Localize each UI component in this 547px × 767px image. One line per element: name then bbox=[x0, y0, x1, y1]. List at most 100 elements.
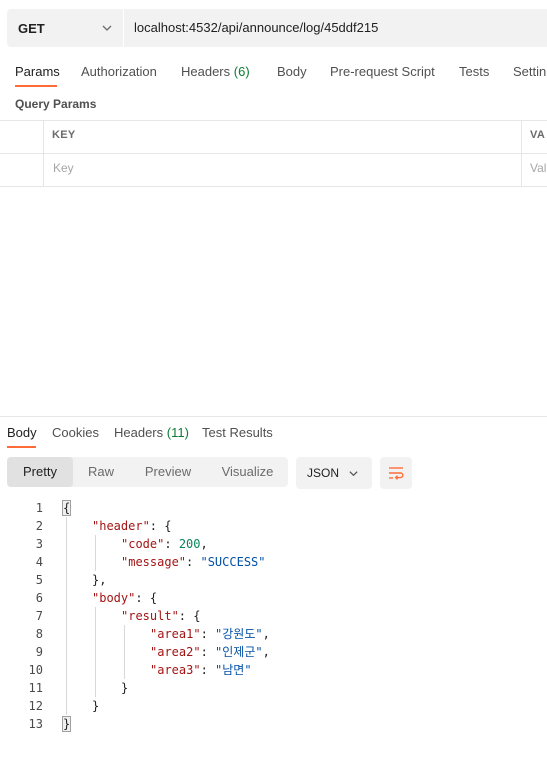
code-line: 1 { bbox=[0, 499, 547, 517]
code-line: 3 "code": 200, bbox=[0, 535, 547, 553]
tab-authorization[interactable]: Authorization bbox=[81, 64, 157, 82]
line-number: 13 bbox=[28, 717, 43, 731]
line-number: 10 bbox=[28, 663, 43, 677]
line-number: 7 bbox=[35, 609, 43, 623]
json-string: "남면" bbox=[215, 663, 252, 677]
line-number: 1 bbox=[35, 501, 43, 515]
tab-label: Headers bbox=[181, 64, 231, 79]
line-number: 8 bbox=[35, 627, 43, 641]
json-string: "SUCCESS" bbox=[200, 555, 266, 569]
view-visualize-button[interactable]: Visualize bbox=[207, 457, 288, 487]
view-raw-button[interactable]: Raw bbox=[73, 457, 129, 487]
table-column-divider bbox=[521, 120, 522, 186]
open-brace: { bbox=[61, 500, 72, 516]
close-brace: } bbox=[92, 699, 100, 713]
line-number: 11 bbox=[28, 681, 43, 695]
code-line: 10 "area3": "남면" bbox=[0, 661, 547, 679]
json-key: "area1" bbox=[150, 627, 201, 641]
format-select[interactable]: JSON bbox=[296, 457, 372, 489]
wrap-lines-button[interactable] bbox=[380, 457, 412, 489]
value-input[interactable]: Val bbox=[530, 161, 546, 175]
table-border bbox=[0, 153, 547, 154]
tab-label: Tests bbox=[459, 64, 490, 79]
tab-label: Authorization bbox=[81, 64, 157, 79]
tab-settings[interactable]: Settin bbox=[513, 64, 546, 82]
query-params-title: Query Params bbox=[15, 97, 97, 111]
active-tab-indicator bbox=[15, 85, 57, 87]
table-column-divider bbox=[43, 120, 44, 186]
method-select[interactable]: GET bbox=[7, 9, 123, 47]
format-label: JSON bbox=[307, 466, 340, 480]
headers-count: (11) bbox=[166, 425, 189, 440]
tab-label: Cookies bbox=[52, 425, 99, 440]
line-number: 2 bbox=[35, 519, 43, 533]
code-line: 8 "area1": "강원도", bbox=[0, 625, 547, 643]
json-key: "code" bbox=[121, 537, 165, 551]
wrap-lines-icon bbox=[389, 467, 404, 480]
json-number: 200 bbox=[178, 537, 201, 551]
tab-label: Pre-request Script bbox=[330, 64, 435, 79]
view-preview-button[interactable]: Preview bbox=[129, 457, 207, 487]
json-string: "강원도" bbox=[215, 627, 263, 641]
code-line: 13 } bbox=[0, 715, 547, 733]
tab-label: Body bbox=[7, 425, 37, 440]
view-mode-toggle: Pretty Raw Preview Visualize bbox=[7, 457, 288, 487]
tab-label: Params bbox=[15, 64, 60, 79]
table-border bbox=[0, 186, 547, 187]
line-number: 9 bbox=[35, 645, 43, 659]
response-tab-test-results[interactable]: Test Results bbox=[202, 425, 273, 440]
json-key: "area3" bbox=[150, 663, 201, 677]
code-line: 5 }, bbox=[0, 571, 547, 589]
line-number: 5 bbox=[35, 573, 43, 587]
response-divider bbox=[0, 416, 547, 417]
method-label: GET bbox=[18, 20, 45, 36]
tab-params[interactable]: Params bbox=[15, 64, 60, 82]
line-number: 12 bbox=[28, 699, 43, 713]
close-brace: } bbox=[92, 573, 100, 587]
table-border bbox=[0, 120, 547, 121]
close-brace: } bbox=[61, 716, 72, 732]
tab-label: Test Results bbox=[202, 425, 273, 440]
headers-count: (6) bbox=[233, 64, 250, 79]
open-brace: { bbox=[164, 519, 172, 533]
divider bbox=[123, 9, 124, 47]
response-tab-body[interactable]: Body bbox=[7, 425, 37, 440]
close-brace: } bbox=[121, 681, 129, 695]
response-tab-headers[interactable]: Headers (11) bbox=[114, 425, 189, 440]
line-number: 6 bbox=[35, 591, 43, 605]
code-line: 9 "area2": "인제군", bbox=[0, 643, 547, 661]
column-header-value: VA bbox=[530, 129, 546, 141]
json-key: "result" bbox=[121, 609, 179, 623]
code-line: 2 "header": { bbox=[0, 517, 547, 535]
tab-tests[interactable]: Tests bbox=[459, 64, 489, 82]
response-body-viewer[interactable]: 1 { 2 "header": { 3 "code": 200, 4 "mess… bbox=[0, 499, 547, 735]
chevron-down-icon bbox=[349, 471, 358, 477]
open-brace: { bbox=[149, 591, 158, 605]
tab-headers[interactable]: Headers (6) bbox=[181, 64, 250, 82]
line-number: 3 bbox=[35, 537, 43, 551]
json-string: "인제군" bbox=[215, 645, 263, 659]
open-brace: { bbox=[193, 609, 201, 623]
url-input[interactable]: localhost:4532/api/announce/log/45ddf215 bbox=[134, 9, 378, 47]
tab-label: Body bbox=[277, 64, 307, 79]
active-tab-indicator bbox=[7, 446, 36, 448]
tab-label: Headers bbox=[114, 425, 164, 440]
json-key: "message" bbox=[121, 555, 187, 569]
json-key: "area2" bbox=[150, 645, 201, 659]
json-key: "header" bbox=[92, 519, 150, 533]
tab-pre-request-script[interactable]: Pre-request Script bbox=[330, 64, 435, 82]
code-line: 11 } bbox=[0, 679, 547, 697]
key-input[interactable]: Key bbox=[53, 161, 74, 175]
code-line: 4 "message": "SUCCESS" bbox=[0, 553, 547, 571]
json-key: "body" bbox=[92, 591, 136, 605]
tab-body[interactable]: Body bbox=[277, 64, 307, 82]
line-number: 4 bbox=[35, 555, 43, 569]
code-line: 12 } bbox=[0, 697, 547, 715]
column-header-key: KEY bbox=[52, 129, 76, 141]
request-bar: GET localhost:4532/api/announce/log/45dd… bbox=[7, 9, 547, 47]
tab-label: Settin bbox=[513, 64, 547, 79]
code-line: 6 "body": { bbox=[0, 589, 547, 607]
chevron-down-icon bbox=[102, 25, 112, 31]
response-tab-cookies[interactable]: Cookies bbox=[52, 425, 99, 440]
view-pretty-button[interactable]: Pretty bbox=[7, 457, 73, 487]
